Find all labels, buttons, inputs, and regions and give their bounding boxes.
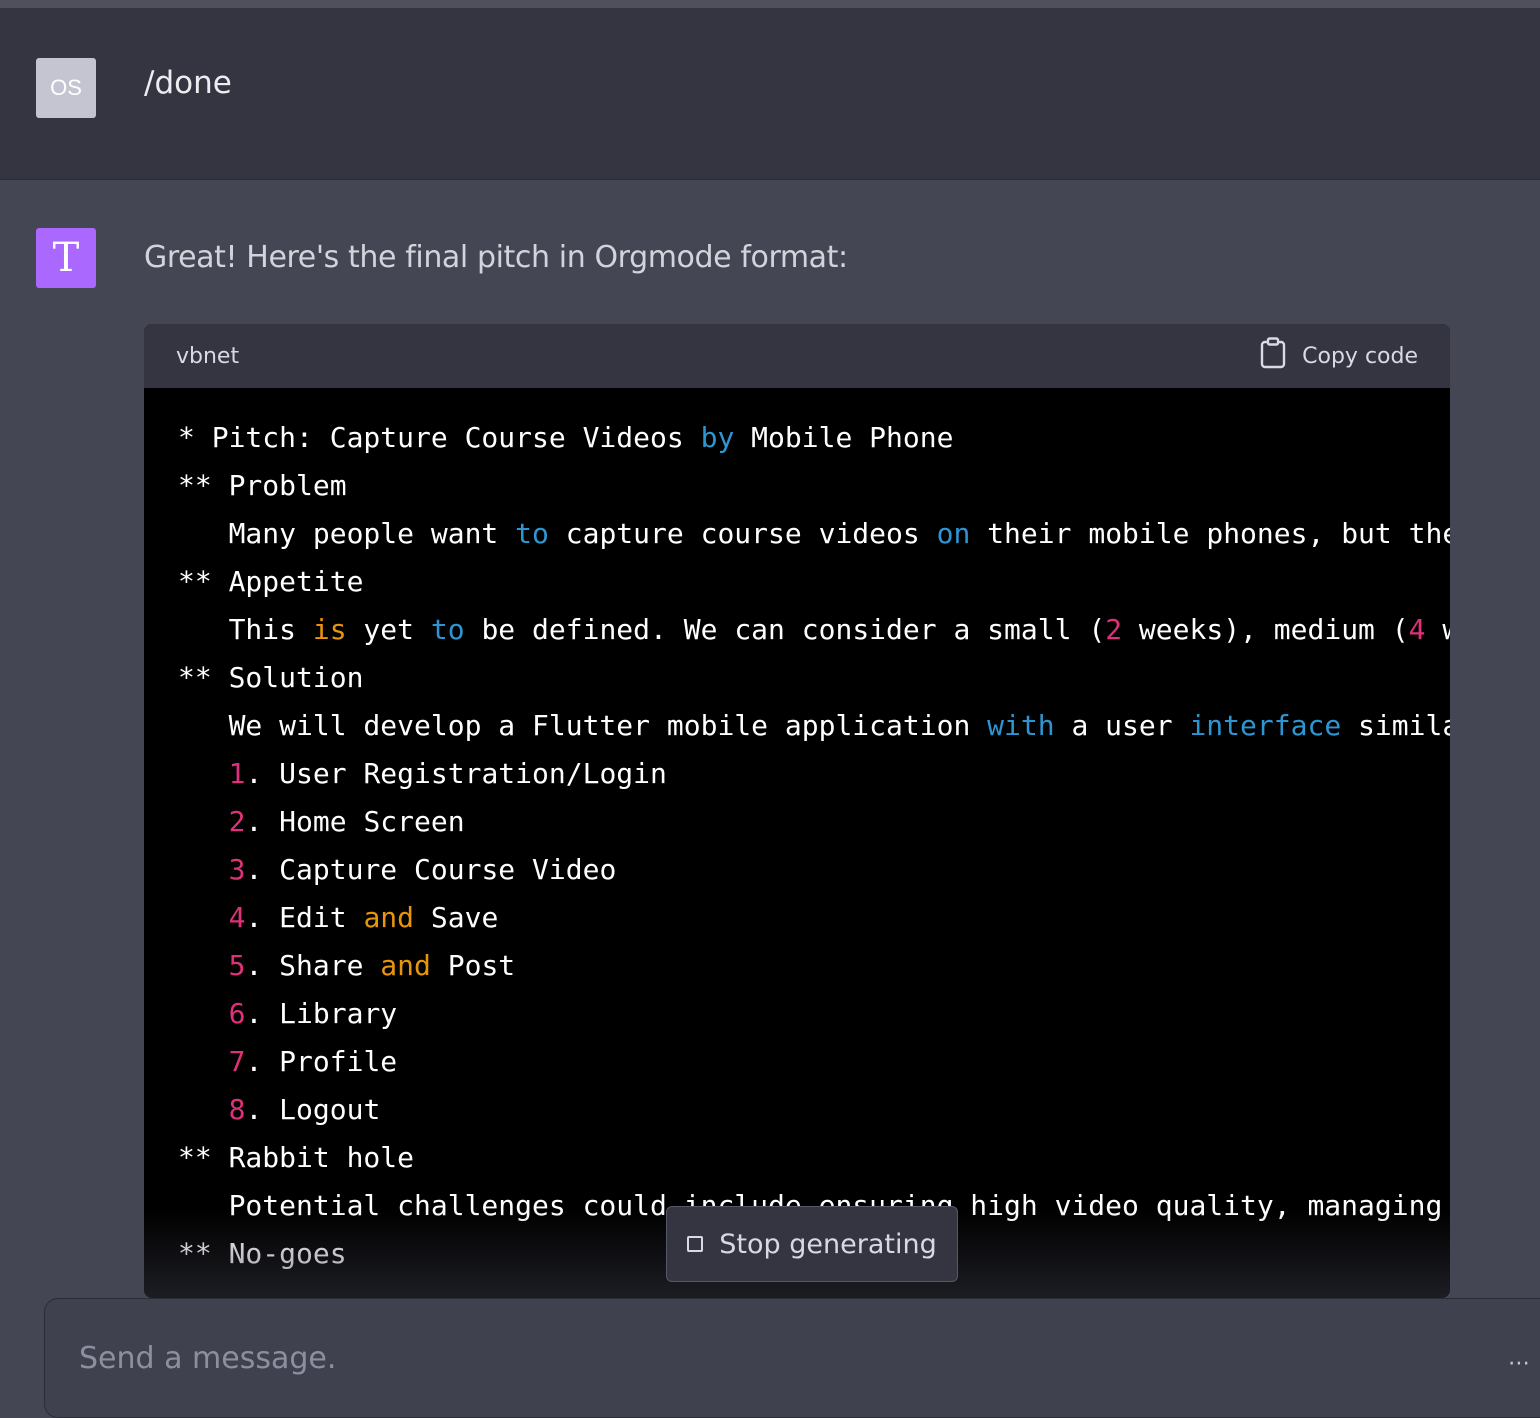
code-line: * Pitch: Capture Course Videos by Mobile… [178,414,1450,462]
code-token: 2 [228,805,246,838]
code-language-label: vbnet [176,343,240,369]
code-block: vbnet Copy code * Pitch: Capture Course … [144,324,1450,1298]
code-token: . Edit [245,901,364,934]
code-token: be defined. We can consider a small ( [464,613,1106,646]
code-content: * Pitch: Capture Course Videos by Mobile… [144,388,1450,1298]
code-token: and [380,949,431,982]
code-line: 1. User Registration/Login [178,750,1450,798]
code-token: ** Rabbit hole [178,1141,415,1174]
code-token: ** Problem [178,469,347,502]
user-avatar: OS [36,58,96,118]
code-token: ** Solution [178,661,364,694]
code-token: w [1425,613,1450,646]
code-token: Save [414,901,499,934]
code-line: Many people want to capture course video… [178,510,1450,558]
stop-square-icon [687,1236,704,1252]
code-token: . Logout [245,1093,381,1126]
code-token: . Profile [245,1045,398,1078]
code-line: 6. Library [178,990,1450,1038]
top-divider [0,0,1540,8]
code-line: 3. Capture Course Video [178,846,1450,894]
user-message-row: OS /done [0,8,1540,180]
code-token: 4 [1408,613,1426,646]
code-token: capture course videos [548,517,937,550]
code-line: 2. Home Screen [178,798,1450,846]
code-line: 4. Edit and Save [178,894,1450,942]
code-token: . Home Screen [245,805,465,838]
code-line: ** Rabbit hole [178,1134,1450,1182]
copy-code-button[interactable]: Copy code [1260,337,1418,375]
code-token: 8 [228,1093,246,1126]
code-token: . Capture Course Video [245,853,617,886]
assistant-intro-text: Great! Here's the final pitch in Orgmode… [144,240,848,275]
code-token: Mobile Phone [734,421,954,454]
code-token: 6 [228,997,246,1030]
code-token: ** Appetite [178,565,364,598]
code-token: their mobile phones, but the [970,517,1450,550]
code-line: This is yet to be defined. We can consid… [178,606,1450,654]
code-token: . Library [245,997,398,1030]
code-line: 7. Profile [178,1038,1450,1086]
code-line: ** Solution [178,654,1450,702]
stop-generating-label: Stop generating [719,1228,937,1260]
code-token: This [178,613,313,646]
clipboard-icon [1260,337,1286,375]
code-token: simila [1341,709,1450,742]
code-token: . User Registration/Login [245,757,667,790]
code-token: 2 [1105,613,1123,646]
copy-code-label: Copy code [1302,343,1418,369]
code-token: 5 [228,949,246,982]
code-token: . Share [245,949,381,982]
code-token: 7 [228,1045,246,1078]
message-input[interactable] [77,1337,1461,1379]
stop-generating-button[interactable]: Stop generating [666,1206,958,1282]
more-icon[interactable]: ⋯ [1508,1350,1531,1376]
code-token: weeks), medium ( [1122,613,1409,646]
code-token: 1 [228,757,246,790]
message-composer [44,1298,1540,1418]
assistant-avatar: T [36,228,96,288]
code-line: ** Problem [178,462,1450,510]
code-token: by [700,421,735,454]
code-line: 8. Logout [178,1086,1450,1134]
code-token: on [936,517,971,550]
code-token: to [515,517,549,550]
code-line: We will develop a Flutter mobile applica… [178,702,1450,750]
code-token: to [430,613,465,646]
code-block-header: vbnet Copy code [144,324,1450,388]
code-token: and [363,901,415,934]
user-message-text: /done [144,65,232,101]
code-token: Post [430,949,516,982]
code-token: a user [1054,709,1190,742]
code-token: 4 [228,901,246,934]
code-token: with [987,709,1055,742]
code-token: Many people want [178,517,516,550]
code-token: interface [1189,709,1342,742]
code-token: yet [346,613,431,646]
code-token: We will develop a Flutter mobile applica… [178,709,988,742]
code-token: is [312,613,347,646]
code-line: ** Appetite [178,558,1450,606]
code-token: 3 [228,853,246,886]
code-token: ** No-goes [178,1237,347,1270]
code-line: 5. Share and Post [178,942,1450,990]
code-token: * Pitch: Capture Course Videos [178,421,701,454]
